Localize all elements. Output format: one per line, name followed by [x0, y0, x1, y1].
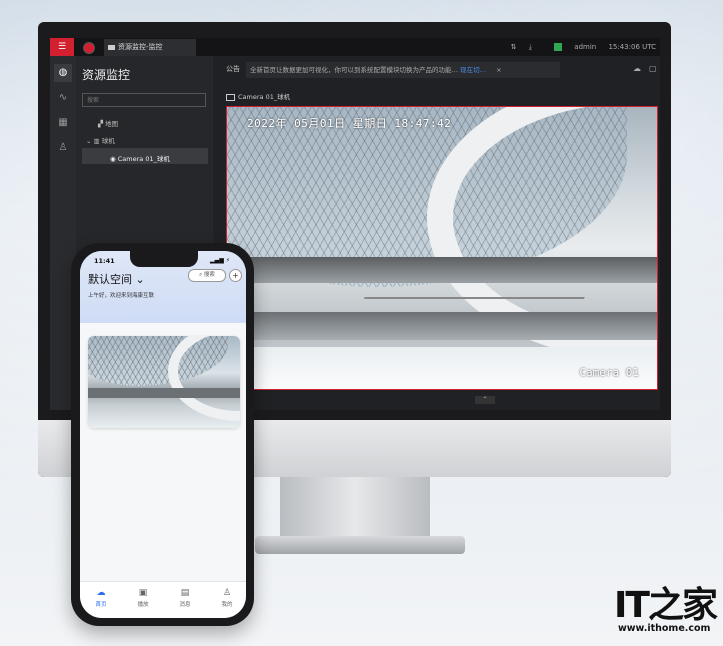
bottom-nav: ☁ 首页 ▣ 播放 ▤ 消息 ♙ 我的 [80, 581, 246, 618]
video-tab-label: Camera 01_球机 [238, 93, 291, 101]
camera-icon [226, 93, 235, 101]
chevron-down-icon: ⌄ [132, 273, 145, 286]
tree-item-dome[interactable]: ⌄ ▥ 球机 [86, 135, 115, 145]
close-icon[interactable]: × [496, 66, 501, 74]
tree-item-label: Camera 01_球机 [117, 155, 170, 163]
download-icon[interactable]: ⤓ [529, 43, 532, 51]
greeting: 上午好，欢迎来到海康互联 [88, 293, 155, 299]
camera-thumbnail [88, 336, 240, 428]
camera-icon [108, 44, 115, 50]
chevron-up-icon[interactable]: ⌃ [475, 396, 495, 404]
tree-item-camera-label[interactable]: ◉ Camera 01_球机 [110, 153, 170, 163]
notice-bar: 全新首页让数据更加可视化，你可以到系统配置模块切换为产品的功能… 现在切… × [246, 62, 560, 78]
nav-label: 播放 [137, 602, 149, 608]
ithome-logo: IT之家 www.ithome.com [600, 576, 718, 640]
tree-item-map[interactable]: ▞ 地图 [98, 118, 118, 128]
message-icon: ▤ [180, 588, 190, 598]
camera-card[interactable] [88, 336, 240, 428]
menu-icon[interactable]: ☰ [50, 38, 74, 56]
user-icon: ♙ [222, 588, 232, 598]
sort-icon[interactable]: ⇅ [511, 43, 517, 51]
video-timestamp: 2022年 05月01日 星期日 18:47:42 [247, 117, 452, 130]
video-tab[interactable]: Camera 01_球机 [226, 91, 290, 101]
nav-profile[interactable]: ♙ 我的 [212, 588, 242, 608]
phone-screen: 11:41 ▂▄▆ ⚡ 默认空间 ⌄ ⌕ 搜索 + 上午好，欢迎来到海康互联 ☁… [80, 251, 246, 618]
building-icon: ▥ [93, 137, 102, 145]
phone-time: 11:41 [94, 257, 115, 265]
notice-text: 全新首页让数据更加可视化，你可以到系统配置模块切换为产品的功能… [250, 66, 458, 74]
notice-link[interactable]: 现在切… [460, 66, 486, 74]
video-player[interactable]: 2022年 05月01日 星期日 18:47:42 Camera 01 [226, 106, 658, 390]
person-icon[interactable]: ♙ [54, 139, 72, 157]
add-icon[interactable]: + [229, 269, 242, 282]
phone-notch [130, 251, 198, 267]
tab-label: 资源监控-监控 [118, 43, 163, 51]
tree-item-label: 地图 [105, 120, 119, 128]
username[interactable]: admin [574, 43, 596, 51]
view-tools: ☁ ▢ [625, 64, 657, 73]
tab-monitor[interactable]: 资源监控-监控 [104, 39, 196, 56]
notice-prefix: 公告 [226, 65, 240, 73]
monitor-stand [280, 477, 430, 539]
monitor-base [255, 536, 465, 554]
nav-home[interactable]: ☁ 首页 [86, 588, 116, 608]
nav-label: 消息 [179, 602, 191, 608]
status-icon[interactable] [544, 43, 563, 51]
search-input[interactable]: 搜索 [82, 93, 206, 107]
tree-item-label: 球机 [101, 137, 115, 145]
top-bar: ☰ 资源监控-监控 ⇅ ⤓ admin 15:43:06 UTC [50, 38, 660, 56]
chevron-down-icon[interactable]: ⌄ [86, 137, 94, 145]
search-label: 搜索 [203, 272, 215, 278]
camera-icon: ◉ [110, 155, 118, 163]
globe-icon[interactable]: ◍ [54, 64, 72, 82]
space-selector[interactable]: 默认空间 ⌄ [88, 271, 145, 287]
phone-status-icons: ▂▄▆ ⚡ [210, 257, 230, 264]
record-icon[interactable] [83, 42, 95, 54]
window-icon[interactable]: ▢ [649, 64, 657, 73]
nav-label: 我的 [221, 602, 233, 608]
space-title: 默认空间 [88, 273, 132, 286]
nav-label: 首页 [95, 602, 107, 608]
nav-play[interactable]: ▣ 播放 [128, 588, 158, 608]
logo-url: www.ithome.com [618, 623, 711, 634]
logo-mark: IT之家 [614, 585, 718, 626]
camera-overlay-label: Camera 01 [579, 366, 639, 379]
clock: 15:43:06 UTC [608, 43, 656, 51]
phone-search-button[interactable]: ⌕ 搜索 [188, 269, 226, 282]
sidebar-title: 资源监控 [82, 68, 131, 82]
nav-message[interactable]: ▤ 消息 [170, 588, 200, 608]
video-floor-upper [227, 257, 657, 283]
home-icon: ☁ [96, 588, 106, 598]
pulse-icon[interactable]: ∿ [54, 89, 72, 107]
play-icon: ▣ [138, 588, 148, 598]
top-right-tools: ⇅ ⤓ admin 15:43:06 UTC [501, 38, 656, 56]
cloud-icon[interactable]: ☁ [633, 64, 641, 73]
grid-icon[interactable]: ▦ [54, 114, 72, 132]
